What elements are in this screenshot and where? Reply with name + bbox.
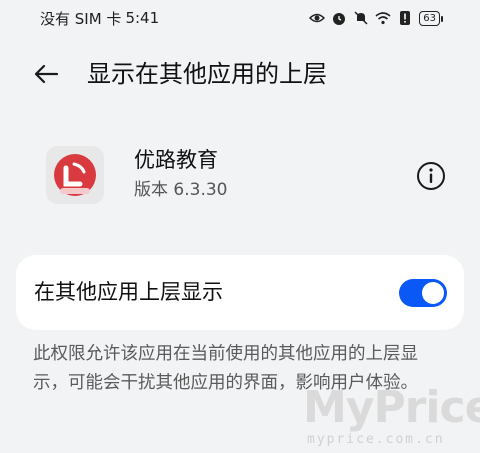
status-right: 63 bbox=[309, 10, 443, 26]
battery-icon: 63 bbox=[419, 10, 443, 26]
toggle-knob bbox=[422, 282, 444, 304]
eye-icon bbox=[309, 13, 326, 23]
mute-icon bbox=[354, 11, 368, 25]
top-bar: 显示在其他应用的上层 bbox=[0, 52, 480, 96]
overlay-permission-toggle[interactable] bbox=[399, 279, 447, 307]
carrier-text: 没有 SIM 卡 bbox=[40, 9, 122, 28]
app-info-row: 优路教育 版本 6.3.30 bbox=[0, 140, 480, 210]
app-info-button[interactable] bbox=[416, 161, 446, 191]
overlay-permission-card: 在其他应用上层显示 bbox=[16, 255, 464, 330]
info-icon bbox=[417, 162, 445, 190]
app-version: 版本 6.3.30 bbox=[134, 180, 228, 200]
arrow-left-icon bbox=[34, 64, 59, 84]
page-title: 显示在其他应用的上层 bbox=[87, 60, 327, 88]
watermark-logo: MyPrice bbox=[303, 382, 480, 433]
back-button[interactable] bbox=[30, 58, 62, 90]
status-bar: 没有 SIM 卡 5:41 63 bbox=[0, 0, 480, 36]
clock-text: 5:41 bbox=[125, 9, 160, 27]
wifi-icon bbox=[375, 12, 391, 25]
app-logo-icon bbox=[46, 146, 104, 204]
watermark-url: myprice.com.cn bbox=[307, 432, 445, 447]
app-name: 优路教育 bbox=[134, 148, 218, 172]
overlay-permission-label: 在其他应用上层显示 bbox=[34, 280, 223, 304]
app-icon bbox=[46, 146, 104, 204]
alert-icon bbox=[400, 11, 411, 25]
status-left: 没有 SIM 卡 5:41 bbox=[40, 8, 159, 29]
alarm-icon bbox=[333, 13, 346, 25]
